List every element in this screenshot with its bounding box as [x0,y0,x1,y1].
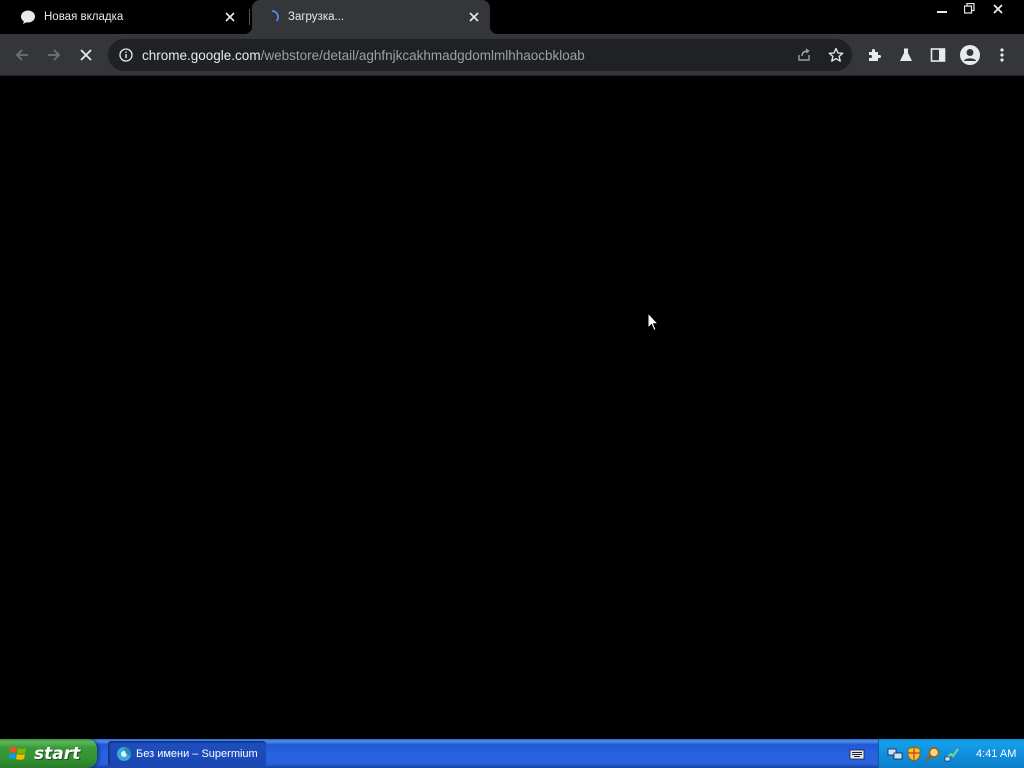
security-shield-icon[interactable] [906,746,922,762]
browser-toolbar: chrome.google.com/webstore/detail/aghfnj… [0,34,1024,76]
network-icon[interactable] [887,746,903,762]
taskbar-item-supermium[interactable]: Без имени – Supermium [108,741,266,766]
profile-icon[interactable] [954,39,986,71]
arrow-left-icon[interactable] [6,39,38,71]
tab-title: Новая вкладка [44,11,124,23]
tab-separator [249,9,250,25]
start-button[interactable]: start [0,739,97,768]
mouse-cursor-icon [647,311,660,336]
window-controls [927,0,1024,18]
kebab-menu-icon[interactable] [986,39,1018,71]
side-panel-icon[interactable] [922,39,954,71]
puzzle-icon[interactable] [858,39,890,71]
start-label: start [34,743,81,764]
arrow-right-icon[interactable] [38,39,70,71]
clock: 4:41 AM [976,747,1017,760]
close-icon[interactable] [984,0,1012,17]
stop-icon[interactable] [70,39,102,71]
info-icon[interactable] [110,39,142,71]
close-tab-icon[interactable] [222,9,238,25]
keyboard-icon[interactable] [849,746,865,765]
address-bar[interactable]: chrome.google.com/webstore/detail/aghfnj… [108,39,852,71]
url-host: chrome.google.com [142,47,261,63]
url-path: /webstore/detail/aghfnjkcakhmadgdomlmlhh… [260,47,585,63]
page-content [0,77,1024,739]
chat-bubble-icon [20,9,36,25]
flask-icon[interactable] [890,39,922,71]
share-icon[interactable] [788,39,820,71]
tab-new-tab[interactable]: Новая вкладка [0,0,246,34]
taskbar: start Без имени – Supermium 4:41 AM [0,739,1024,768]
restore-icon[interactable] [957,0,981,17]
system-tray: 4:41 AM [878,739,1024,768]
url-text[interactable]: chrome.google.com/webstore/detail/aghfnj… [142,48,788,63]
tab-title: Загрузка... [288,11,345,23]
loading-spinner-icon [264,9,280,25]
windows-flag-icon [9,746,26,760]
taskbar-item-label: Без имени – Supermium [136,747,258,760]
minimize-icon[interactable] [930,0,954,17]
star-icon[interactable] [820,39,852,71]
tab-loading[interactable]: Загрузка... [252,0,490,34]
tab-strip: Новая вкладка Загрузка... [0,0,1024,34]
safely-remove-hardware-icon[interactable] [944,746,960,762]
supermium-icon [117,746,131,761]
close-tab-icon[interactable] [466,9,482,25]
magnifier-icon[interactable] [925,746,941,762]
